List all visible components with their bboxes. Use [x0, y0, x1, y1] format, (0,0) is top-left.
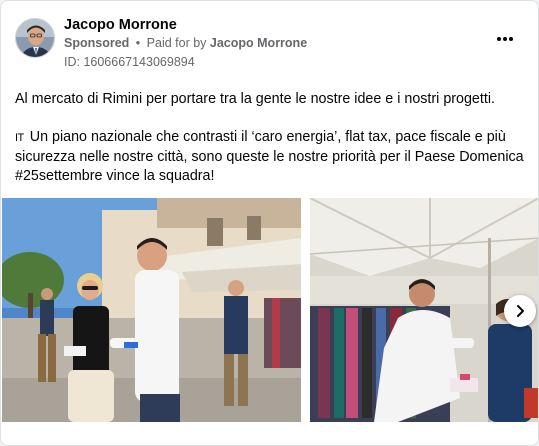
paid-for-by-name[interactable]: Jacopo Morrone [210, 36, 307, 50]
market-street-image [2, 198, 301, 422]
flag-it-icon: IT [15, 132, 24, 144]
ad-id: ID: 1606667143069894 [64, 55, 195, 69]
post-paragraph-1: Al mercato di Rimini per portare tra la … [15, 91, 495, 107]
separator-dot: • [135, 36, 141, 50]
more-options-button[interactable] [494, 31, 516, 47]
more-horizontal-icon [503, 37, 507, 41]
photo-carousel [2, 198, 538, 422]
sponsored-label: Sponsored [64, 36, 130, 50]
post-header: Jacopo Morrone Sponsored • Paid for by J… [13, 15, 526, 71]
post-paragraph-2-text: Un piano nazionale che contrasti il ‘car… [15, 129, 524, 184]
paid-for-prefix: Paid for by [146, 36, 207, 50]
post-body: Al mercato di Rimini per portare tra la … [15, 90, 525, 205]
ad-card: Jacopo Morrone Sponsored • Paid for by J… [0, 0, 539, 446]
post-paragraph-2: IT Un piano nazionale che contrasti il ‘… [15, 128, 525, 186]
card-footer [1, 422, 538, 445]
more-horizontal-icon [496, 37, 501, 41]
avatar-image [16, 19, 54, 57]
carousel-next-button[interactable] [504, 295, 536, 327]
more-horizontal-icon [509, 37, 514, 41]
author-name[interactable]: Jacopo Morrone [64, 17, 177, 33]
market-street-photo[interactable] [2, 198, 301, 422]
author-avatar[interactable] [15, 18, 55, 58]
sponsored-line: Sponsored • Paid for by Jacopo Morrone [64, 36, 307, 50]
chevron-right-icon [517, 305, 524, 317]
